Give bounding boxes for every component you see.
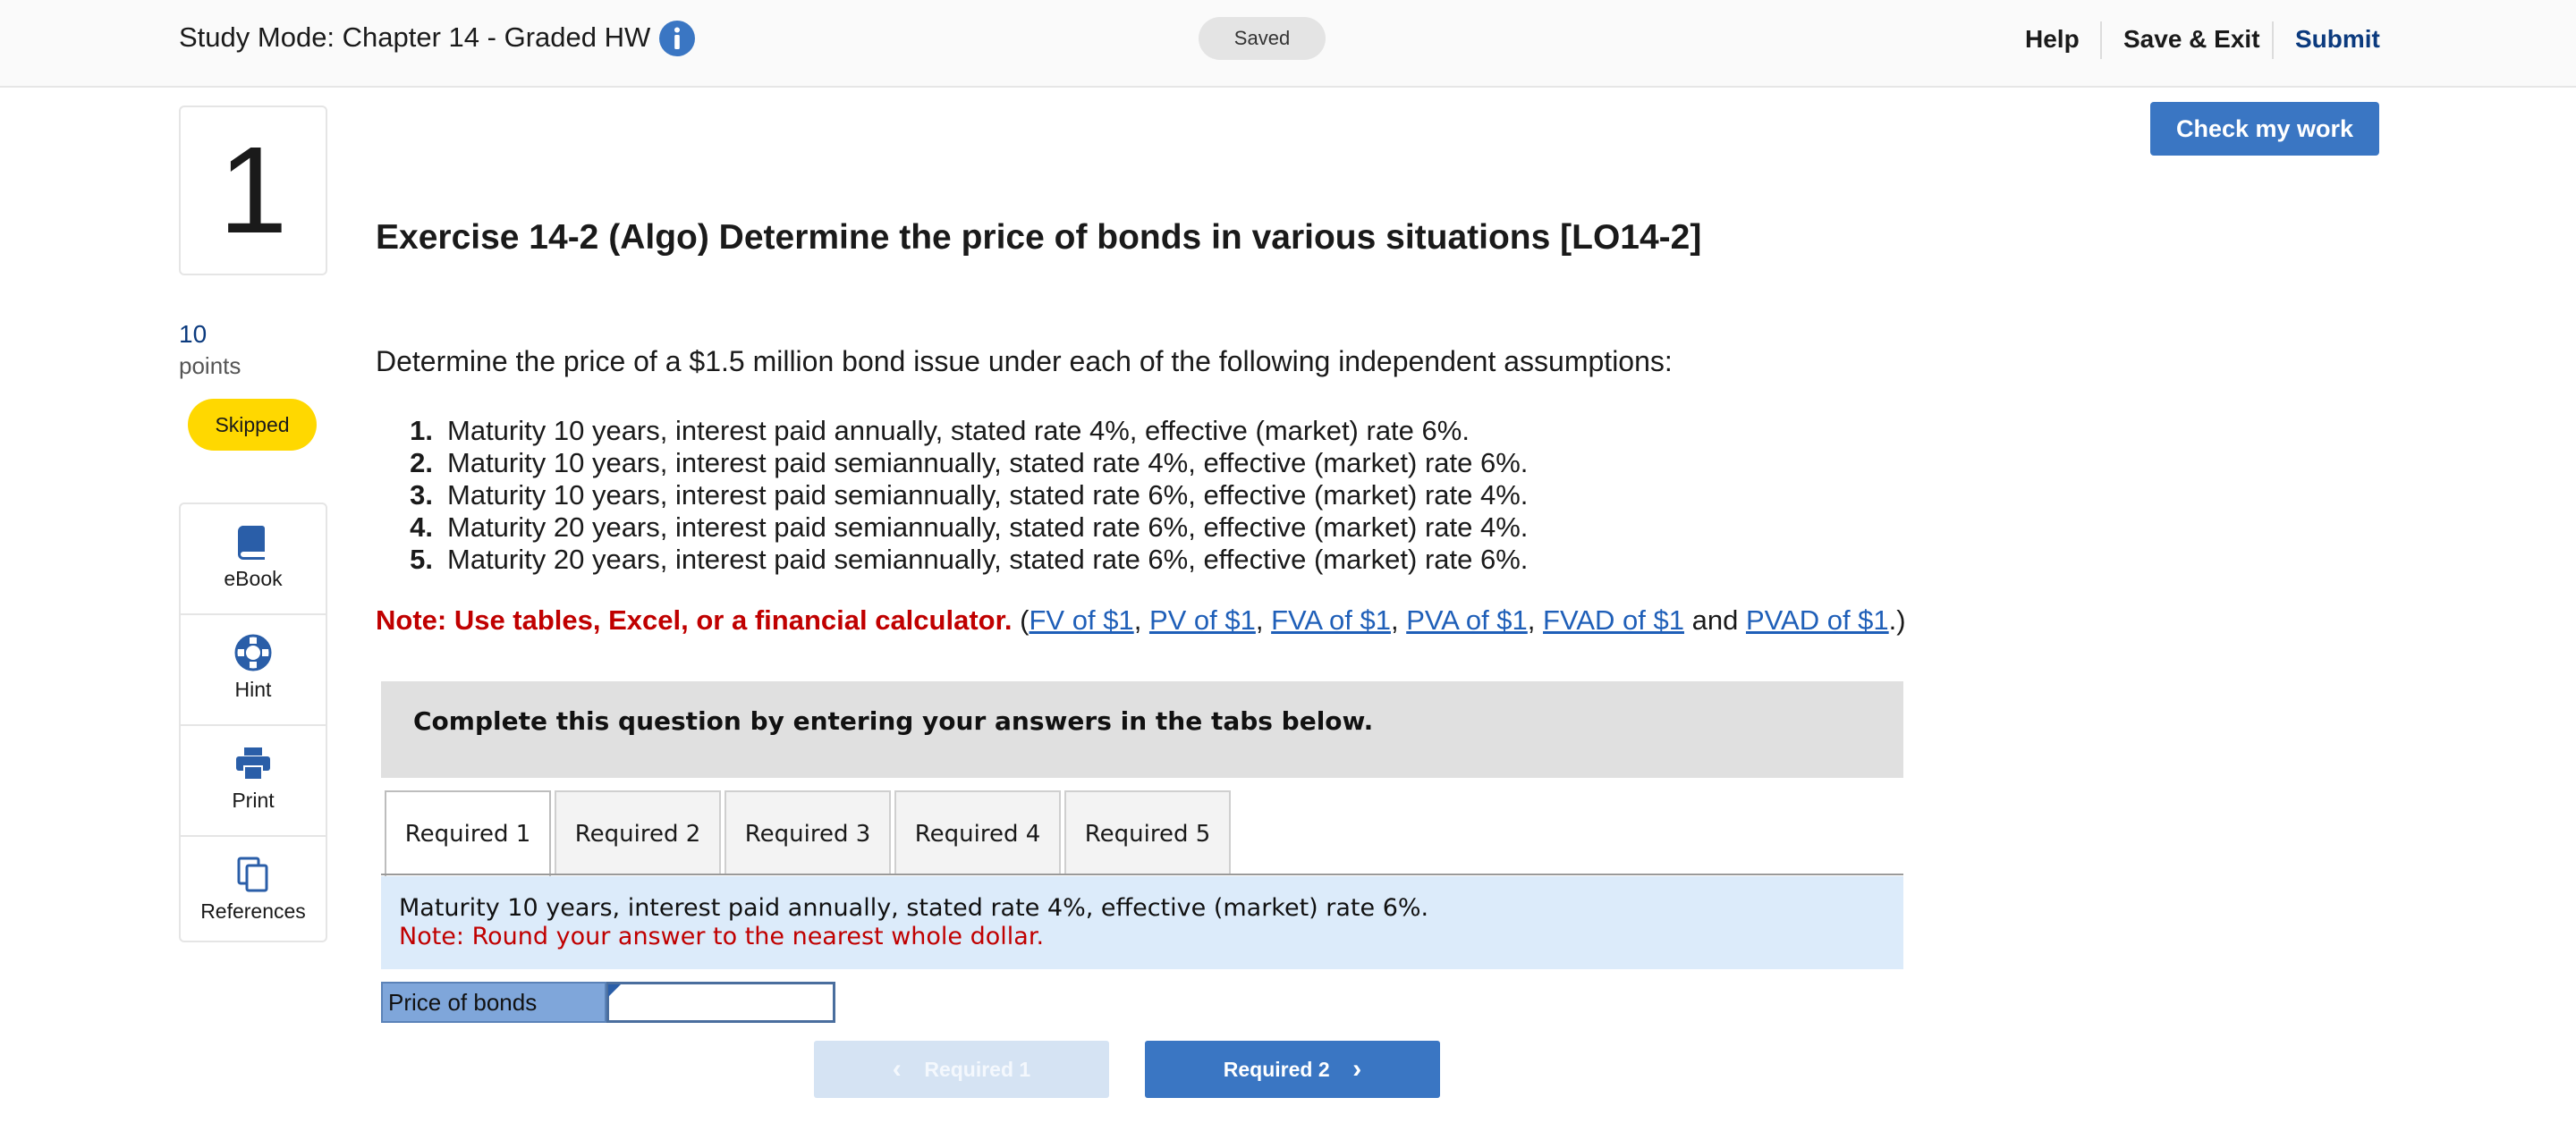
- tab-required-1[interactable]: Required 1: [385, 790, 551, 876]
- tab-required-2[interactable]: Required 2: [555, 790, 721, 874]
- pvad-link[interactable]: PVAD of $1: [1746, 604, 1889, 636]
- requirement-panel: Maturity 10 years, interest paid annuall…: [381, 876, 1903, 969]
- previous-required-button[interactable]: ‹ Required 1: [814, 1041, 1109, 1098]
- previous-label: Required 1: [924, 1058, 1031, 1081]
- next-label: Required 2: [1223, 1058, 1330, 1081]
- exercise-intro: Determine the price of a $1.5 million bo…: [376, 345, 1673, 377]
- list-number: 3.: [410, 479, 433, 511]
- page-title: Study Mode: Chapter 14 - Graded HW: [179, 21, 651, 53]
- pva-link[interactable]: PVA of $1: [1406, 604, 1528, 636]
- tools-panel: eBook Hint Print References: [179, 502, 327, 942]
- question-number-card: 1: [179, 106, 327, 275]
- price-of-bonds-input[interactable]: [606, 982, 835, 1023]
- list-number: 2.: [410, 447, 433, 478]
- top-bar: Study Mode: Chapter 14 - Graded HW Saved…: [0, 0, 2576, 88]
- copy-documents-icon: [237, 857, 268, 892]
- exercise-title: Exercise 14-2 (Algo) Determine the price…: [376, 218, 1702, 257]
- chevron-right-icon: ›: [1352, 1054, 1362, 1084]
- lifebuoy-icon: [234, 634, 272, 671]
- save-exit-link[interactable]: Save & Exit: [2123, 25, 2260, 54]
- fva-link[interactable]: FVA of $1: [1271, 604, 1391, 636]
- fvad-link[interactable]: FVAD of $1: [1543, 604, 1684, 636]
- saved-status-badge: Saved: [1199, 17, 1326, 60]
- list-text: Maturity 10 years, interest paid annuall…: [447, 415, 1470, 446]
- nav-divider: [2272, 21, 2274, 59]
- comma: ,: [1527, 604, 1536, 636]
- and-text: and: [1691, 604, 1739, 636]
- comma: ,: [1133, 604, 1142, 636]
- cell-marker-icon: [608, 984, 621, 997]
- hint-button[interactable]: Hint: [181, 615, 326, 724]
- rounding-note: Note: Round your answer to the nearest w…: [399, 923, 1045, 950]
- pv-link[interactable]: PV of $1: [1149, 604, 1256, 636]
- references-button[interactable]: References: [181, 837, 326, 946]
- ebook-label: eBook: [224, 567, 283, 590]
- list-text: Maturity 10 years, interest paid semiann…: [447, 447, 1529, 478]
- comma: ,: [1255, 604, 1264, 636]
- list-text: Maturity 20 years, interest paid semiann…: [447, 511, 1529, 543]
- chevron-left-icon: ‹: [892, 1054, 902, 1084]
- tables-note-text: Note: Use tables, Excel, or a financial …: [376, 604, 1013, 636]
- hint-label: Hint: [234, 678, 272, 701]
- fv-link[interactable]: FV of $1: [1030, 604, 1134, 636]
- list-number: 5.: [410, 544, 433, 575]
- instructions-box: Complete this question by entering your …: [381, 681, 1903, 778]
- next-required-button[interactable]: Required 2 ›: [1145, 1041, 1440, 1098]
- paren-close: .): [1888, 604, 1906, 636]
- tab-required-4[interactable]: Required 4: [894, 790, 1061, 874]
- nav-divider: [2100, 21, 2102, 59]
- instructions-text: Complete this question by entering your …: [413, 706, 1374, 736]
- list-text: Maturity 20 years, interest paid semiann…: [447, 544, 1529, 575]
- skipped-status-badge: Skipped: [188, 399, 317, 451]
- tables-note: Note: Use tables, Excel, or a financial …: [376, 604, 1906, 637]
- price-of-bonds-label: Price of bonds: [381, 982, 606, 1023]
- book-icon: [237, 526, 265, 560]
- print-button[interactable]: Print: [181, 726, 326, 835]
- print-label: Print: [232, 789, 275, 812]
- help-link[interactable]: Help: [2025, 25, 2080, 54]
- paren-open: (: [1020, 604, 1030, 636]
- tab-underline: [381, 874, 1903, 875]
- list-number: 1.: [410, 415, 433, 446]
- printer-icon: [236, 747, 270, 781]
- info-icon[interactable]: [658, 20, 696, 57]
- references-label: References: [200, 899, 306, 923]
- ebook-button[interactable]: eBook: [181, 504, 326, 613]
- list-number: 4.: [410, 511, 433, 543]
- comma: ,: [1390, 604, 1399, 636]
- submit-link[interactable]: Submit: [2295, 25, 2380, 54]
- requirement-description: Maturity 10 years, interest paid annuall…: [399, 894, 1429, 922]
- points-label: points: [179, 352, 242, 379]
- points-value: 10: [179, 320, 208, 348]
- tab-required-5[interactable]: Required 5: [1064, 790, 1231, 874]
- check-my-work-button[interactable]: Check my work: [2150, 102, 2379, 156]
- tab-required-3[interactable]: Required 3: [724, 790, 891, 874]
- list-text: Maturity 10 years, interest paid semiann…: [447, 479, 1529, 511]
